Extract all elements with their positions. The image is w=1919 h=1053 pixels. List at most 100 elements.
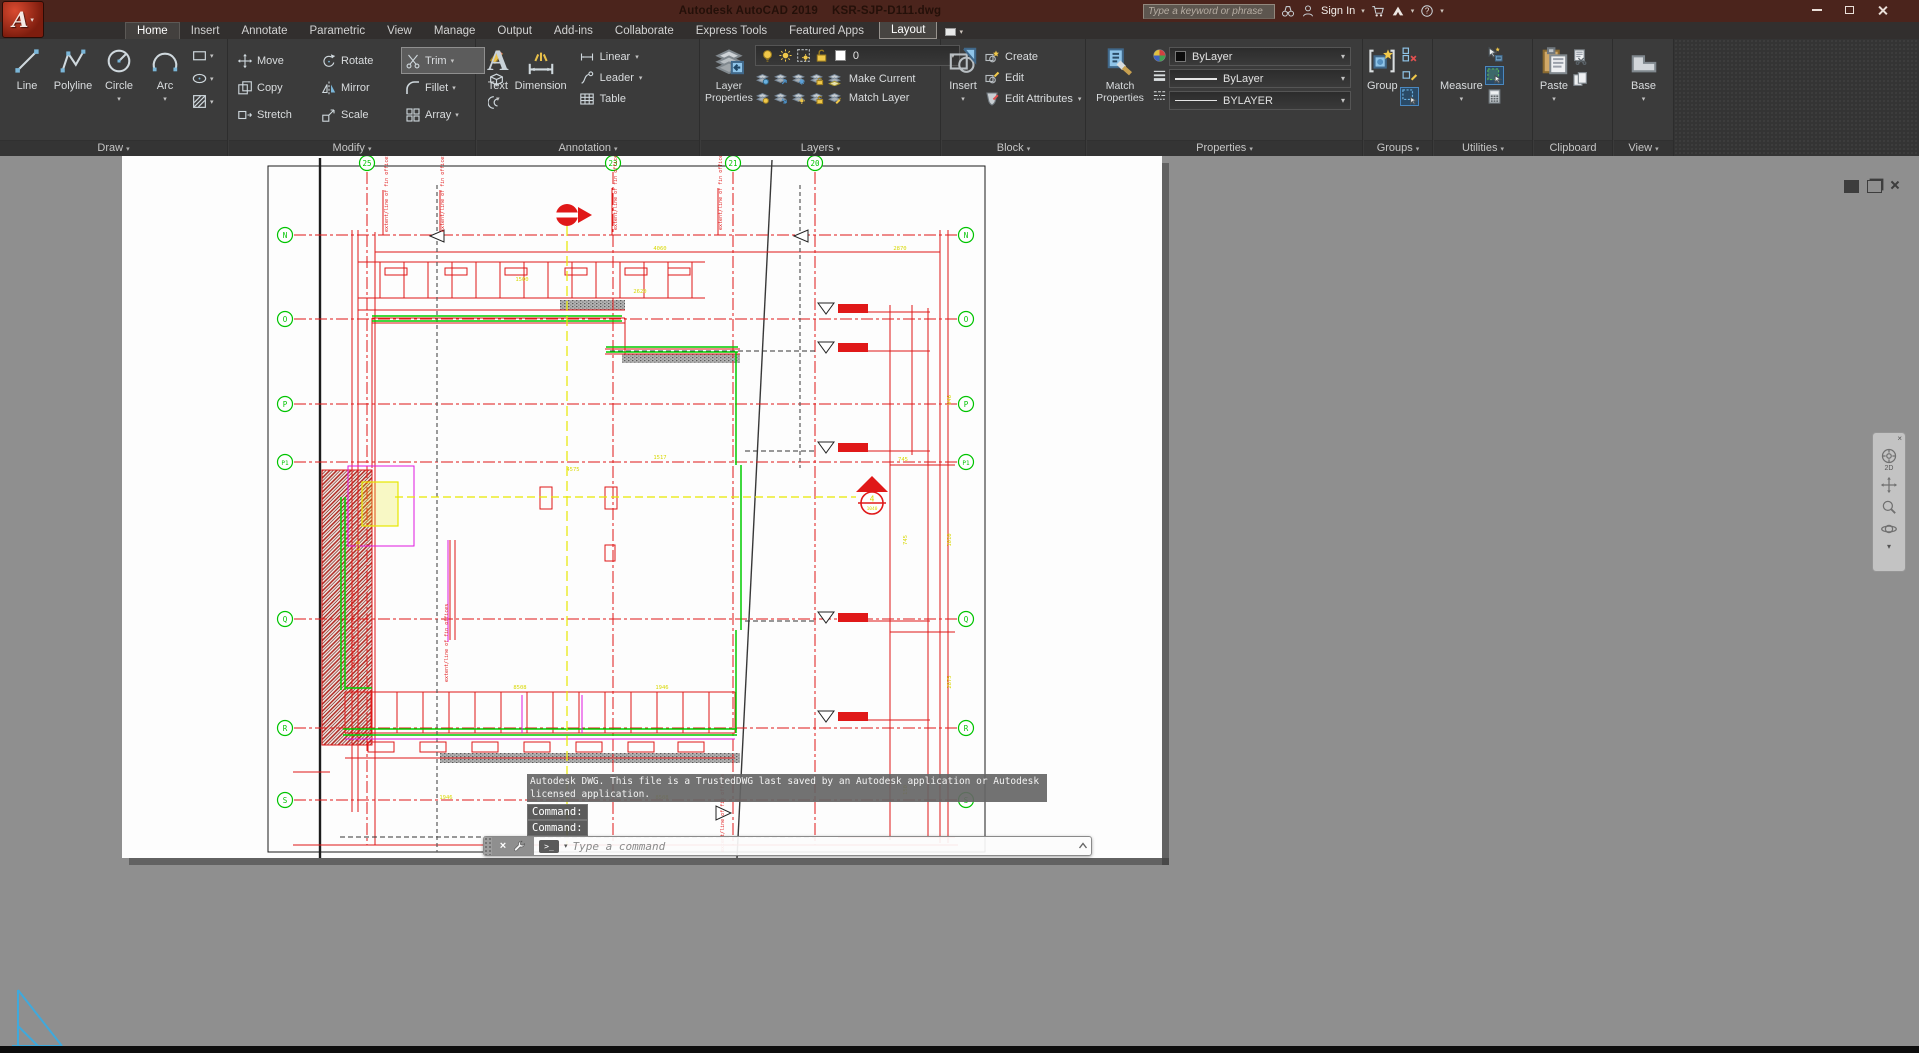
sign-in-caret-icon[interactable]: ▾ — [1361, 7, 1365, 15]
ribbon-display-toggle[interactable]: ▾ — [945, 28, 963, 39]
autodesk-caret-icon[interactable]: ▾ — [1411, 7, 1415, 15]
circle-button[interactable]: Circle▾ — [96, 41, 142, 139]
navigation-bar[interactable]: × 2D ▾ — [1872, 432, 1906, 572]
scale-button[interactable]: Scale — [317, 101, 399, 128]
trim-button[interactable]: Trim▾ — [401, 47, 485, 74]
panel-title-layers[interactable]: Layers▾ — [701, 140, 940, 156]
panel-title-utilities[interactable]: Utilities▾ — [1434, 140, 1532, 156]
m-l-sun-icon[interactable] — [791, 90, 806, 105]
help-caret-icon[interactable]: ▾ — [1440, 7, 1444, 15]
m-l-unlock-icon[interactable] — [809, 90, 824, 105]
panel-title-groups[interactable]: Groups▾ — [1364, 140, 1432, 156]
match-layer-row[interactable]: Match Layer — [753, 88, 960, 107]
close-button[interactable] — [1866, 0, 1899, 20]
navbar-close-icon[interactable]: × — [1897, 435, 1902, 443]
linetype-combo[interactable]: BYLAYER▾ — [1169, 91, 1351, 110]
keyword-search-input[interactable] — [1143, 4, 1275, 19]
layer-combo[interactable]: 0 ▾ — [755, 45, 960, 66]
navbar-caret-icon[interactable]: ▾ — [1887, 542, 1891, 551]
u-calc-icon[interactable] — [1486, 88, 1503, 105]
dimension-button[interactable]: Dimension — [515, 41, 567, 139]
ribbon-tab-add-ins[interactable]: Add-ins — [543, 23, 604, 39]
paste-button[interactable]: Paste▾ — [1539, 41, 1569, 139]
orbit-icon[interactable] — [1880, 520, 1898, 538]
panel-title-modify[interactable]: Modify▾ — [229, 140, 475, 156]
panel-title-view[interactable]: View▾ — [1614, 140, 1673, 156]
c-copy-icon[interactable] — [1572, 71, 1589, 88]
m-bulb-icon[interactable] — [760, 48, 775, 63]
line-button[interactable]: Line — [4, 41, 50, 139]
m-sun-icon[interactable] — [778, 48, 793, 63]
ribbon-tab-layout[interactable]: Layout — [879, 21, 938, 39]
arc-button[interactable]: Arc▾ — [142, 41, 188, 139]
command-customize-icon[interactable] — [513, 840, 526, 853]
g-x-icon[interactable] — [1401, 46, 1418, 63]
ribbon-tab-collaborate[interactable]: Collaborate — [604, 23, 685, 39]
command-recent-caret-icon[interactable]: ▾ — [564, 842, 568, 850]
lineweight-combo[interactable]: ByLayer▾ — [1169, 69, 1351, 88]
store-cart-icon[interactable] — [1371, 4, 1385, 18]
ribbon-tab-view[interactable]: View — [376, 23, 423, 39]
command-grip-handle[interactable] — [484, 837, 492, 855]
panel-title-annotation[interactable]: Annotation▾ — [477, 140, 699, 156]
panel-title-block[interactable]: Block▾ — [942, 140, 1085, 156]
ellipse-icon[interactable] — [191, 70, 208, 87]
m-unlock-icon[interactable] — [814, 48, 829, 63]
text-button[interactable]: AText▾ — [487, 41, 509, 139]
stretch-button[interactable]: Stretch — [233, 101, 315, 128]
group-button[interactable]: Group — [1367, 41, 1398, 139]
move-button[interactable]: Move — [233, 47, 315, 74]
ribbon-tab-annotate[interactable]: Annotate — [230, 23, 298, 39]
command-expand-icon[interactable] — [1075, 837, 1091, 855]
create-button[interactable]: Create — [984, 49, 1081, 65]
drawing-canvas[interactable]: 25232120NNOOPPP1P1QQRRSS — [0, 156, 1919, 1053]
autodesk-app-icon[interactable] — [1391, 4, 1405, 18]
steering-wheel-icon[interactable] — [1880, 447, 1898, 465]
edit-attributes-button[interactable]: Edit Attributes▾ — [984, 91, 1081, 107]
panel-title-draw[interactable]: Draw▾ — [0, 140, 227, 156]
m-l-arrow2-icon[interactable] — [773, 90, 788, 105]
command-input[interactable] — [573, 840, 1075, 853]
m-l-brush-icon[interactable] — [827, 90, 842, 105]
m-vpsun-icon[interactable] — [796, 48, 811, 63]
c-cut-icon[interactable] — [1572, 48, 1589, 65]
hatch-icon[interactable] — [191, 93, 208, 110]
ribbon-tab-featured-apps[interactable]: Featured Apps — [778, 23, 875, 39]
u-id-icon[interactable] — [1486, 46, 1503, 63]
array-button[interactable]: Array▾ — [401, 101, 485, 128]
mirror-button[interactable]: Mirror — [317, 74, 399, 101]
ribbon-tab-manage[interactable]: Manage — [423, 23, 487, 39]
command-close-icon[interactable]: × — [500, 841, 506, 852]
fillet-button[interactable]: Fillet▾ — [401, 74, 485, 101]
m-l-bulb2-icon[interactable] — [755, 90, 770, 105]
ribbon-tab-parametric[interactable]: Parametric — [299, 23, 377, 39]
panel-title-properties[interactable]: Properties▾ — [1087, 140, 1362, 156]
search-icon[interactable] — [1281, 4, 1295, 18]
g-sel-icon[interactable] — [1401, 88, 1418, 105]
make-current-row[interactable]: Make Current — [753, 69, 960, 88]
pan-icon[interactable] — [1880, 476, 1898, 494]
drawing-minimize-button[interactable] — [1844, 180, 1859, 193]
g-edit-icon[interactable] — [1401, 67, 1418, 84]
linear-button[interactable]: Linear▾ — [579, 49, 643, 65]
rectangle-icon[interactable] — [191, 47, 208, 64]
panel-title-clipboard[interactable]: Clipboard — [1534, 140, 1612, 156]
color-wheel-icon[interactable] — [1152, 48, 1167, 63]
copy-button[interactable]: Copy — [233, 74, 315, 101]
base-button[interactable]: Base▾ — [1629, 41, 1659, 139]
ribbon-tab-home[interactable]: Home — [125, 22, 180, 39]
m-l-snow-icon[interactable] — [791, 71, 806, 86]
m-l-cur-icon[interactable] — [827, 71, 842, 86]
application-menu-button[interactable]: A▾ — [2, 1, 44, 38]
help-icon[interactable]: ? — [1420, 4, 1434, 18]
sign-in-button[interactable]: Sign In — [1321, 5, 1355, 17]
ribbon-tab-output[interactable]: Output — [486, 23, 543, 39]
measure-button[interactable]: Measure▾ — [1440, 41, 1483, 139]
linetype-icon[interactable] — [1152, 88, 1167, 103]
m-l-lock-icon[interactable] — [809, 71, 824, 86]
ribbon-tab-insert[interactable]: Insert — [180, 23, 231, 39]
restore-button[interactable] — [1833, 0, 1866, 20]
minimize-button[interactable] — [1800, 0, 1833, 20]
edit-button[interactable]: Edit — [984, 70, 1081, 86]
u-sel-icon[interactable] — [1486, 67, 1503, 84]
